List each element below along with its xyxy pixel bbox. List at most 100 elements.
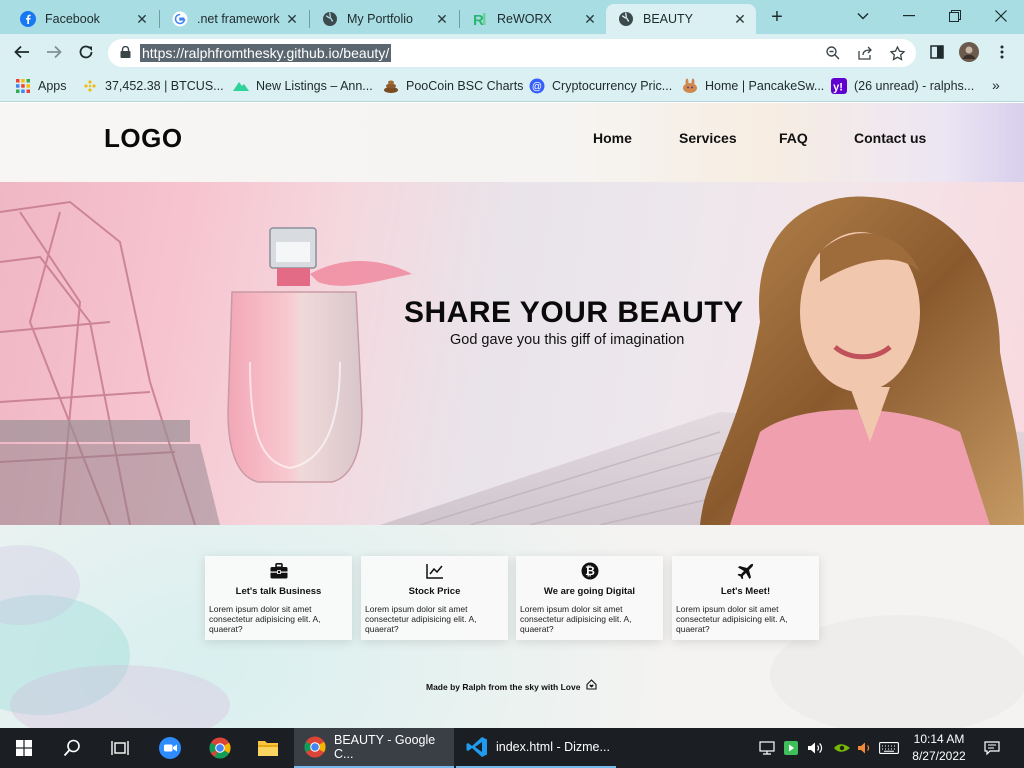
bookmark-new-listings[interactable]: New Listings – Ann... <box>233 77 373 95</box>
nvidia-icon[interactable] <box>832 740 852 756</box>
network-wired-icon[interactable] <box>758 740 776 756</box>
chrome-icon <box>304 736 326 758</box>
bookmark-star-icon[interactable] <box>888 44 906 62</box>
bookmark-btcusd[interactable]: 37,452.38 | BTCUS... <box>82 77 224 95</box>
tab-my-portfolio[interactable]: My Portfolio ✕ <box>310 4 458 34</box>
bookmark-yahoo-mail[interactable]: y! (26 unread) - ralphs... <box>831 77 974 95</box>
back-button[interactable] <box>9 39 35 65</box>
card-title: Let's talk Business <box>235 586 322 597</box>
reworx-icon: R <box>472 11 488 27</box>
clock-date: 8/27/2022 <box>912 749 966 763</box>
bookmark-poocoin[interactable]: PooCoin BSC Charts <box>383 77 523 95</box>
card-lets-talk-business[interactable]: Let's talk Business Lorem ipsum dolor si… <box>205 556 352 640</box>
card-we-are-going-digital[interactable]: ₿ We are going Digital Lorem ipsum dolor… <box>516 556 663 640</box>
bookmark-apps[interactable]: Apps <box>15 77 67 95</box>
task-view-button[interactable] <box>96 728 144 768</box>
card-title: Let's Meet! <box>720 586 771 597</box>
minimize-button[interactable] <box>886 4 932 28</box>
search-button[interactable] <box>48 728 96 768</box>
close-window-button[interactable] <box>978 4 1024 28</box>
system-clock[interactable]: 10:14 AM 8/27/2022 <box>906 731 972 765</box>
address-bar[interactable]: https://ralphfromthesky.github.io/beauty… <box>108 39 916 67</box>
clock-time: 10:14 AM <box>913 732 965 746</box>
svg-text:₿: ₿ <box>585 564 595 578</box>
bitcoin-icon: ₿ <box>580 562 600 580</box>
taskbar-app-label: index.html - Dizme... <box>496 740 610 754</box>
card-text: Lorem ipsum dolor sit amet consectetur a… <box>676 604 788 634</box>
volume-orange-icon[interactable] <box>856 740 874 756</box>
bookmark-label: Cryptocurrency Pric... <box>552 79 673 93</box>
start-button[interactable] <box>0 728 48 768</box>
chrome-pinned-button[interactable] <box>196 728 244 768</box>
restore-button[interactable] <box>932 4 978 28</box>
bookmark-cryptocurrency-prices[interactable]: @ Cryptocurrency Pric... <box>529 77 672 95</box>
hero-title: SHARE YOUR BEAUTY <box>404 296 744 329</box>
poocoin-icon <box>383 78 399 94</box>
share-icon[interactable] <box>856 44 874 62</box>
close-tab-icon[interactable]: ✕ <box>434 11 450 28</box>
briefcase-icon <box>269 562 289 580</box>
airplane-icon <box>736 562 756 580</box>
bookmark-pancakeswap[interactable]: Home | PancakeSw... <box>682 77 824 95</box>
yahoo-icon: y! <box>831 78 847 94</box>
nav-services-link[interactable]: Services <box>679 130 737 146</box>
hero-background-image <box>0 196 1024 525</box>
profile-avatar[interactable] <box>959 42 979 62</box>
card-title: Stock Price <box>408 586 461 597</box>
model-woman-image <box>700 196 1024 525</box>
folder-icon <box>258 741 278 756</box>
close-tab-icon[interactable]: ✕ <box>284 11 300 28</box>
url-text[interactable]: https://ralphfromthesky.github.io/beauty… <box>140 44 392 62</box>
reload-button[interactable] <box>73 39 99 65</box>
taskbar-app-chrome[interactable]: BEAUTY - Google C... <box>294 728 454 768</box>
forward-button[interactable] <box>41 39 67 65</box>
new-tab-button[interactable]: + <box>765 6 789 30</box>
binance-icon <box>82 78 98 94</box>
card-text: Lorem ipsum dolor sit amet consectetur a… <box>520 604 632 634</box>
windows-taskbar: BEAUTY - Google C... index.html - Dizme.… <box>0 728 1024 768</box>
more-bookmarks-chevron-icon[interactable]: » <box>992 77 1000 93</box>
tab-strip: Facebook ✕ .net framework ✕ My Portfolio… <box>0 0 1024 34</box>
menu-kebab-icon[interactable] <box>992 42 1012 62</box>
taskbar-app-vscode[interactable]: index.html - Dizme... <box>456 728 616 768</box>
bookmark-label: (26 unread) - ralphs... <box>854 79 975 93</box>
media-play-icon[interactable] <box>782 740 800 756</box>
nav-contact-link[interactable]: Contact us <box>854 130 926 146</box>
nav-home-link[interactable]: Home <box>593 130 632 146</box>
lock-icon[interactable] <box>120 46 131 58</box>
side-panel-icon[interactable] <box>927 42 947 62</box>
feature-cards: Let's talk Business Lorem ipsum dolor si… <box>205 556 819 640</box>
card-text: Lorem ipsum dolor sit amet consectetur a… <box>209 604 321 634</box>
card-text: Lorem ipsum dolor sit amet consectetur a… <box>365 604 477 634</box>
tab-reworx[interactable]: R ReWORX ✕ <box>460 4 606 34</box>
vscode-icon <box>466 736 488 758</box>
zoom-icon[interactable] <box>824 44 842 62</box>
file-explorer-button[interactable] <box>244 728 292 768</box>
web-page: LOGO Home Services FAQ Contact us SHARE … <box>0 103 1024 728</box>
close-tab-icon[interactable]: ✕ <box>134 11 150 28</box>
tab-search-chevron-icon[interactable] <box>840 4 886 28</box>
coingecko-icon <box>233 78 249 94</box>
notifications-icon[interactable] <box>982 740 1002 756</box>
svg-text:R: R <box>473 12 484 27</box>
tab-facebook[interactable]: Facebook ✕ <box>8 4 158 34</box>
home-heart-icon <box>586 679 597 690</box>
tab-beauty[interactable]: BEAUTY ✕ <box>606 4 756 34</box>
perfume-bottle-image <box>227 227 412 483</box>
speaker-volume-icon[interactable] <box>806 740 824 756</box>
keyboard-icon[interactable] <box>878 740 900 756</box>
globe-icon <box>618 11 634 27</box>
close-tab-icon[interactable]: ✕ <box>582 11 598 28</box>
bookmark-label: 37,452.38 | BTCUS... <box>105 79 224 93</box>
svg-text:@: @ <box>532 82 542 93</box>
pancakeswap-icon <box>682 78 698 94</box>
close-tab-icon[interactable]: ✕ <box>732 11 748 28</box>
card-stock-price[interactable]: Stock Price Lorem ipsum dolor sit amet c… <box>361 556 508 640</box>
nav-faq-link[interactable]: FAQ <box>779 130 808 146</box>
site-logo[interactable]: LOGO <box>104 123 183 154</box>
card-lets-meet[interactable]: Let's Meet! Lorem ipsum dolor sit amet c… <box>672 556 819 640</box>
zoom-app-button[interactable] <box>146 728 194 768</box>
bookmark-label: Home | PancakeSw... <box>705 79 825 93</box>
tab-net-framework[interactable]: .net framework ✕ <box>160 4 308 34</box>
site-header: LOGO Home Services FAQ Contact us <box>0 103 1024 182</box>
